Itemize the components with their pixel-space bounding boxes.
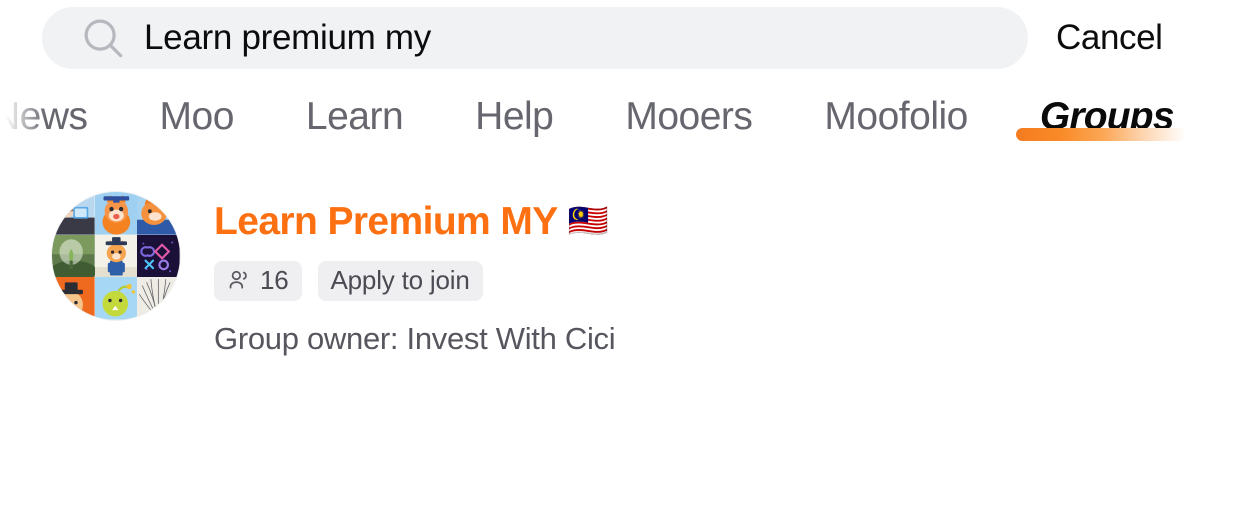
- apply-to-join-label: Apply to join: [330, 265, 470, 296]
- group-result-body: Learn Premium MY 🇲🇾 16 Apply to join Grou…: [214, 186, 616, 357]
- tab-label: Learn: [305, 95, 404, 138]
- tab-label: Moo: [159, 95, 235, 138]
- members-count-badge: 16: [214, 260, 302, 301]
- tab-strip: News Moo Learn Help Mooers Moofolio Grou…: [0, 90, 1242, 172]
- group-avatar-collage: [52, 192, 180, 320]
- tab-learn[interactable]: Learn: [270, 90, 439, 144]
- group-result-row[interactable]: Learn Premium MY 🇲🇾 16 Apply to join Grou…: [0, 186, 1242, 357]
- tab-moofolio[interactable]: Moofolio: [788, 90, 1003, 144]
- active-tab-underline: [1015, 128, 1186, 141]
- group-title[interactable]: Learn Premium MY 🇲🇾: [214, 200, 615, 243]
- tab-help[interactable]: Help: [439, 90, 589, 144]
- collage-cell: [94, 277, 138, 320]
- search-results-list: Learn Premium MY 🇲🇾 16 Apply to join Grou…: [0, 172, 1242, 357]
- search-icon: [84, 19, 123, 58]
- tab-label: Help: [475, 95, 554, 138]
- tab-moo[interactable]: Moo: [124, 90, 270, 144]
- group-badges: 16 Apply to join: [214, 260, 615, 301]
- tab-label: Moofolio: [824, 95, 968, 138]
- malaysia-flag-icon: 🇲🇾: [567, 202, 609, 239]
- collage-cell: [137, 277, 180, 320]
- members-icon: [229, 271, 247, 290]
- collage-cell: [137, 192, 180, 235]
- members-count-label: 16: [260, 265, 289, 296]
- search-header: Cancel: [0, 0, 1242, 69]
- tab-label: Mooers: [625, 95, 753, 138]
- collage-cell: [52, 192, 95, 235]
- collage-cell: [137, 234, 180, 278]
- collage-cell: [94, 192, 138, 235]
- cancel-button[interactable]: Cancel: [1056, 18, 1163, 58]
- collage-cell: [52, 277, 95, 320]
- group-title-text: Learn Premium MY: [214, 200, 558, 243]
- collage-cell: [52, 234, 95, 278]
- tab-label: News: [0, 95, 88, 138]
- tab-list[interactable]: News Moo Learn Help Mooers Moofolio Grou…: [0, 90, 1242, 172]
- collage-cell: [94, 234, 138, 278]
- group-avatar: [52, 192, 180, 320]
- search-field[interactable]: [42, 7, 1028, 69]
- apply-to-join-button[interactable]: Apply to join: [317, 260, 483, 301]
- tab-mooers[interactable]: Mooers: [589, 90, 788, 144]
- tab-groups[interactable]: Groups: [1004, 90, 1190, 144]
- group-owner-line: Group owner: Invest With Cici: [214, 320, 616, 356]
- tab-news[interactable]: News: [0, 90, 124, 144]
- search-input[interactable]: [144, 18, 944, 58]
